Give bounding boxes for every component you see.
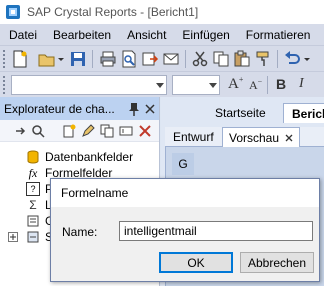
field-explorer-header: Explorateur de cha... (0, 97, 159, 120)
toolbar-grip[interactable] (3, 76, 6, 94)
save-icon[interactable] (69, 50, 87, 68)
title-bar: SAP Crystal Reports - [Bericht1] (0, 0, 324, 24)
ok-button[interactable]: OK (159, 252, 233, 273)
tree-item-special-fields[interactable]: S (8, 229, 53, 245)
tab-design[interactable]: Entwurf (167, 127, 220, 147)
print-icon[interactable] (99, 50, 117, 68)
new-field-icon[interactable] (62, 124, 76, 138)
formula-name-dialog: Formelname Name: OK Abbrechen (50, 178, 320, 282)
group-tree-label: G (172, 153, 194, 175)
duplicate-icon[interactable] (100, 124, 114, 138)
tab-preview-label: Vorschau (229, 130, 280, 145)
dialog-title: Formelname (51, 179, 319, 207)
export-icon[interactable] (141, 50, 159, 68)
font-size-combo[interactable] (172, 75, 220, 95)
undo-dropdown-icon[interactable] (303, 50, 311, 68)
paste-icon[interactable] (233, 50, 251, 68)
open-folder-icon[interactable] (38, 50, 56, 68)
toolbar-grip[interactable] (3, 50, 6, 68)
tab-preview[interactable]: Vorschau (222, 127, 301, 147)
font-name-combo[interactable] (11, 75, 167, 95)
menu-insert[interactable]: Einfügen (173, 28, 236, 42)
group-icon (27, 215, 39, 227)
insert-to-report-icon[interactable] (14, 124, 28, 138)
print-preview-icon[interactable] (120, 50, 138, 68)
formatting-toolbar: A+ A− B I (0, 71, 324, 97)
cut-icon[interactable] (191, 50, 209, 68)
tree-item-parameter-fields[interactable]: ? P (26, 181, 53, 197)
delete-icon[interactable] (138, 124, 152, 138)
report-view-tabs: Entwurf Vorschau (165, 127, 324, 147)
grow-font-label: A (228, 76, 239, 92)
close-icon[interactable] (285, 134, 293, 142)
menu-edit[interactable]: Bearbeiten (44, 28, 118, 42)
standard-toolbar (0, 45, 324, 71)
undo-icon[interactable] (283, 50, 301, 68)
special-fields-icon (27, 231, 39, 243)
parameter-icon: ? (26, 182, 40, 196)
menu-file[interactable]: Datei (0, 28, 44, 42)
open-dropdown-icon[interactable] (57, 50, 65, 68)
name-label: Name: (62, 225, 98, 239)
menu-view[interactable]: Ansicht (118, 28, 173, 42)
toolbar-separator (185, 50, 186, 68)
copy-icon[interactable] (212, 50, 230, 68)
rename-icon[interactable] (119, 124, 133, 138)
browse-icon[interactable] (31, 124, 45, 138)
edit-pencil-icon[interactable] (81, 124, 95, 138)
field-explorer-toolbar (0, 120, 159, 142)
mail-icon[interactable] (162, 50, 180, 68)
window-title: SAP Crystal Reports - [Bericht1] (27, 5, 199, 19)
format-painter-icon[interactable] (254, 50, 272, 68)
formula-name-input[interactable] (119, 221, 313, 241)
bold-button[interactable]: B (276, 76, 286, 94)
cancel-button[interactable]: Abbrechen (240, 252, 314, 273)
expand-plus-icon[interactable] (8, 232, 18, 242)
new-report-icon[interactable] (11, 50, 29, 68)
toolbar-separator (92, 50, 93, 68)
tree-item-running-total-fields[interactable]: Σ L (26, 197, 51, 213)
toolbar-separator (277, 50, 278, 68)
crystal-reports-app-icon (6, 5, 20, 19)
close-icon[interactable] (145, 103, 155, 114)
menu-format[interactable]: Formatieren (237, 28, 318, 42)
shrink-font-label: A (249, 78, 258, 92)
shrink-font-button[interactable]: A− (249, 77, 262, 95)
database-icon (27, 150, 39, 164)
tree-item-database-fields[interactable]: Datenbankfelder (26, 149, 133, 165)
menu-database[interactable]: D (317, 28, 324, 42)
running-total-icon: Σ (29, 198, 37, 212)
grow-font-button[interactable]: A+ (228, 75, 243, 93)
pin-icon[interactable] (129, 102, 139, 116)
formula-icon: fx (28, 165, 38, 180)
tab-report[interactable]: Berich (283, 103, 324, 123)
menu-bar: Datei Bearbeiten Ansicht Einfügen Format… (0, 24, 324, 45)
italic-button[interactable]: I (299, 76, 304, 94)
chevron-down-icon[interactable] (156, 83, 164, 88)
tree-item-label: Datenbankfelder (45, 150, 134, 164)
tab-start-page[interactable]: Startseite (207, 103, 274, 123)
toolbar-separator (267, 76, 268, 94)
chevron-down-icon[interactable] (209, 83, 217, 88)
field-explorer-title: Explorateur de cha... (4, 101, 115, 116)
